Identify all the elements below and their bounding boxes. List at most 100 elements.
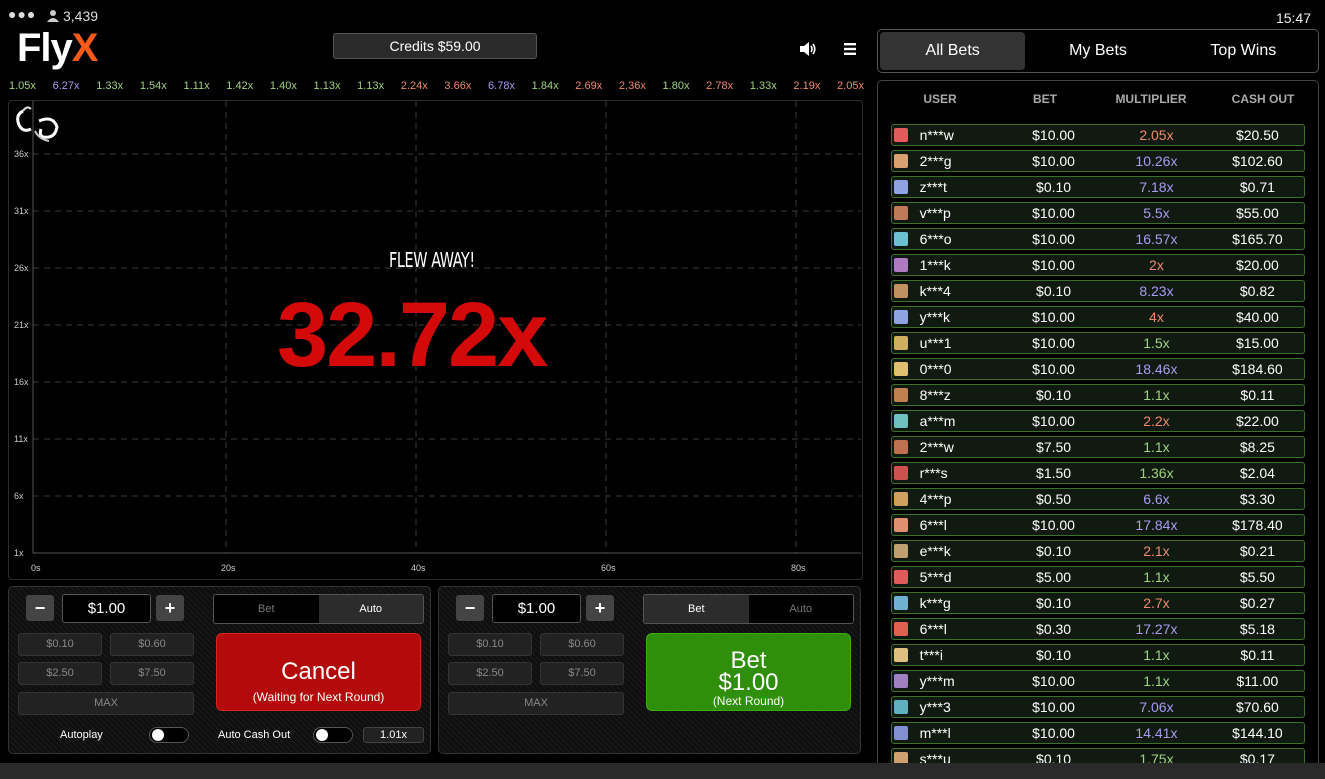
max-bet-button[interactable]: MAX [18, 692, 194, 715]
history-multiplier: 2.69x [575, 80, 603, 92]
bet-user: y***k [919, 309, 950, 325]
column-bet: BET [1033, 92, 1057, 106]
bet-multiplier: 8.23x [1139, 283, 1174, 299]
history-multiplier: 1.33x [96, 80, 124, 92]
bet-amount: $10.00 [1032, 205, 1075, 221]
quick-bet-chip[interactable]: $7.50 [540, 662, 624, 685]
bet-user: z***t [919, 179, 947, 195]
bet-multiplier: 2x [1149, 257, 1164, 273]
history-multiplier: 1.11x [183, 80, 210, 92]
quick-bet-chip[interactable]: $0.60 [540, 633, 624, 656]
bet-amount: $0.10 [1036, 387, 1072, 403]
increase-bet-button[interactable]: + [586, 595, 614, 621]
avatar [894, 388, 908, 402]
bet-cash-out: $15.00 [1235, 335, 1279, 351]
tab-auto-mode[interactable]: Auto [318, 595, 423, 623]
history-multiplier: 1.40x [269, 80, 297, 92]
bet-multiplier: 1.36x [1139, 465, 1174, 481]
bet-cash-out: $102.60 [1232, 153, 1283, 169]
auto-cash-out-toggle[interactable] [313, 727, 353, 743]
bet-user: y***m [919, 673, 955, 689]
bet-user: u***1 [919, 335, 952, 351]
bet-multiplier: 1.1x [1143, 387, 1170, 403]
auto-cash-out-input[interactable]: 1.01x [363, 727, 424, 743]
avatar [894, 440, 908, 454]
bet-amount: $5.00 [1036, 569, 1072, 585]
quick-bet-chip[interactable]: $2.50 [448, 662, 532, 685]
bet-row: e***k $0.10 2.1x $0.21 [891, 540, 1305, 562]
bet-button-sub: (Next Round) [712, 694, 785, 708]
avatar [894, 284, 908, 298]
avatar [894, 622, 908, 636]
history-multiplier: 1.13x [357, 80, 385, 92]
bet-cash-out: $20.00 [1235, 257, 1279, 273]
max-bet-button[interactable]: MAX [448, 692, 624, 715]
history-multiplier: 2.05x [837, 80, 864, 92]
x-tick-label: 40s [411, 563, 426, 573]
more-options-icon[interactable]: ●●● [8, 6, 36, 22]
bet-row: k***g $0.10 2.7x $0.27 [891, 592, 1305, 614]
tab-my-bets[interactable]: My Bets [1025, 32, 1170, 70]
bet-amount: $7.50 [1036, 439, 1072, 455]
hamburger-menu-icon[interactable] [843, 42, 857, 56]
bet-user: 8***z [919, 387, 951, 403]
avatar [894, 570, 908, 584]
bet-row: u***1 $10.00 1.5x $15.00 [891, 332, 1305, 354]
bet-cash-out: $70.60 [1235, 699, 1279, 715]
quick-bet-chip[interactable]: $0.10 [448, 633, 532, 656]
bet-amount-input[interactable]: $1.00 [62, 594, 151, 623]
bet-user: 5***d [919, 569, 952, 585]
bet-multiplier: 2.05x [1139, 127, 1174, 143]
bet-user: n***w [919, 127, 954, 143]
bet-cash-out: $20.50 [1235, 127, 1279, 143]
tab-all-bets[interactable]: All Bets [880, 32, 1026, 70]
bet-multiplier: 17.27x [1135, 621, 1178, 637]
quick-bet-chip[interactable]: $0.10 [18, 633, 102, 656]
bet-multiplier: 6.6x [1143, 491, 1170, 507]
bet-row: k***4 $0.10 8.23x $0.82 [891, 280, 1305, 302]
avatar [894, 414, 908, 428]
tab-auto-mode[interactable]: Auto [748, 595, 853, 623]
bet-row: y***k $10.00 4x $40.00 [891, 306, 1305, 328]
bets-rows: n***w $10.00 2.05x $20.50 2***g $10.00 10.26x $… [891, 124, 1305, 769]
bet-cash-out: $40.00 [1235, 309, 1279, 325]
bet-amount-input[interactable]: $1.00 [492, 594, 581, 623]
history-multiplier: 1.05x [9, 80, 36, 92]
bet-user: t***i [919, 647, 943, 663]
bet-multiplier: 10.26x [1135, 153, 1178, 169]
bet-user: v***p [919, 205, 951, 221]
bet-button[interactable]: Bet $1.00 (Next Round) [646, 633, 851, 711]
bet-cash-out: $0.11 [1240, 647, 1275, 663]
bet-mode-toggle: Bet Auto [213, 594, 424, 624]
bet-amount: $0.10 [1036, 647, 1072, 663]
bet-row: 2***w $7.50 1.1x $8.25 [891, 436, 1305, 458]
bet-user: r***s [919, 465, 948, 481]
bet-multiplier: 5.5x [1143, 205, 1170, 221]
quick-bet-chip[interactable]: $0.60 [110, 633, 194, 656]
flew-away-label: FLEW AWAY! [389, 248, 475, 272]
bet-cash-out: $3.30 [1239, 491, 1275, 507]
decrease-bet-button[interactable]: − [456, 595, 484, 621]
tab-top-wins[interactable]: Top Wins [1171, 32, 1316, 70]
quick-bet-chip[interactable]: $2.50 [18, 662, 102, 685]
cancel-button[interactable]: Cancel (Waiting for Next Round) [216, 633, 421, 711]
speaker-icon[interactable] [799, 41, 817, 57]
bet-multiplier: 14.41x [1135, 725, 1178, 741]
bet-amount: $10.00 [1032, 673, 1075, 689]
y-tick-label: 16x [14, 377, 29, 387]
bet-cash-out: $22.00 [1235, 413, 1279, 429]
bet-multiplier: 1.1x [1143, 569, 1170, 585]
y-tick-label: 26x [14, 263, 29, 273]
avatar [894, 466, 908, 480]
history-multiplier: 1.13x [313, 80, 341, 92]
autoplay-toggle[interactable] [149, 727, 189, 743]
tab-bet-mode[interactable]: Bet [644, 595, 749, 623]
quick-bet-chip[interactable]: $7.50 [110, 662, 194, 685]
column-user: USER [923, 92, 957, 106]
bets-list: USER BET MULTIPLIER CASH OUT n***w $10.00… [877, 80, 1319, 770]
bet-row: 2***g $10.00 10.26x $102.60 [891, 150, 1305, 172]
bet-row: 8***z $0.10 1.1x $0.11 [891, 384, 1305, 406]
decrease-bet-button[interactable]: − [26, 595, 54, 621]
increase-bet-button[interactable]: + [156, 595, 184, 621]
tab-bet-mode[interactable]: Bet [214, 595, 319, 623]
